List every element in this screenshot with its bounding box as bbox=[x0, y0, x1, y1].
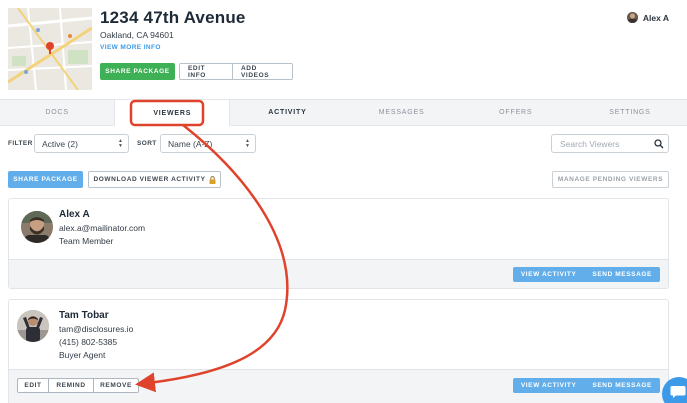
property-header: 1234 47th Avenue Oakland, CA 94601 VIEW … bbox=[0, 0, 687, 99]
sort-value: Name (A-Z) bbox=[168, 138, 213, 149]
chat-icon bbox=[670, 386, 686, 398]
viewer-role: Buyer Agent bbox=[59, 350, 106, 360]
view-activity-button[interactable]: VIEW ACTIVITY bbox=[513, 267, 585, 282]
viewer-avatar bbox=[17, 310, 49, 342]
user-avatar bbox=[626, 12, 638, 23]
manage-pending-viewers-button[interactable]: MANAGE PENDING VIEWERS bbox=[552, 171, 669, 188]
add-videos-button[interactable]: ADD VIDEOS bbox=[232, 64, 292, 79]
tab-activity[interactable]: ACTIVITY bbox=[230, 100, 344, 125]
view-more-info-link[interactable]: VIEW MORE INFO bbox=[100, 44, 161, 51]
remove-viewer-button[interactable]: REMOVE bbox=[93, 379, 138, 392]
property-tabs: DOCS VIEWERS ACTIVITY MESSAGES OFFERS SE… bbox=[0, 99, 687, 126]
remind-viewer-button[interactable]: REMIND bbox=[48, 379, 93, 392]
sort-label: SORT bbox=[137, 140, 157, 147]
search-icon[interactable] bbox=[654, 139, 664, 149]
user-menu[interactable]: Alex A bbox=[626, 12, 669, 23]
viewer-avatar bbox=[21, 211, 53, 243]
search-input[interactable] bbox=[560, 138, 650, 149]
filter-value: Active (2) bbox=[42, 138, 78, 149]
viewer-card: Alex A alex.a@mailinator.com Team Member… bbox=[8, 198, 669, 289]
send-message-button[interactable]: SEND MESSAGE bbox=[584, 378, 660, 393]
share-package-secondary-button[interactable]: SHARE PACKAGE bbox=[8, 171, 83, 188]
viewer-actions: VIEW ACTIVITY SEND MESSAGE bbox=[512, 267, 660, 282]
search-viewers-field[interactable] bbox=[551, 134, 669, 153]
viewer-phone: (415) 802-5385 bbox=[59, 337, 118, 347]
header-button-group: EDIT INFO ADD VIDEOS bbox=[179, 63, 293, 80]
lock-icon bbox=[209, 175, 216, 184]
map-image bbox=[8, 8, 92, 90]
property-map-thumbnail[interactable] bbox=[8, 8, 92, 90]
view-activity-button[interactable]: VIEW ACTIVITY bbox=[513, 378, 585, 393]
tab-settings[interactable]: SETTINGS bbox=[573, 100, 687, 125]
select-arrows-icon: ▲ ▼ bbox=[118, 138, 123, 149]
viewer-card: Tam Tobar tam@disclosures.io (415) 802-5… bbox=[8, 299, 669, 403]
viewer-name: Alex A bbox=[59, 209, 90, 220]
send-message-button[interactable]: SEND MESSAGE bbox=[584, 267, 660, 282]
download-activity-label: DOWNLOAD VIEWER ACTIVITY bbox=[93, 176, 206, 183]
filter-select[interactable]: Active (2) ▲ ▼ bbox=[34, 134, 129, 153]
viewer-manage-buttons: EDIT REMIND REMOVE bbox=[17, 378, 139, 393]
viewer-role: Team Member bbox=[59, 236, 114, 246]
tab-messages[interactable]: MESSAGES bbox=[345, 100, 459, 125]
property-city: Oakland, CA 94601 bbox=[100, 30, 174, 40]
viewer-name: Tam Tobar bbox=[59, 310, 109, 321]
viewer-actions: VIEW ACTIVITY SEND MESSAGE bbox=[512, 378, 660, 393]
viewer-email: alex.a@mailinator.com bbox=[59, 223, 146, 233]
select-arrows-icon: ▲ ▼ bbox=[245, 138, 250, 149]
edit-viewer-button[interactable]: EDIT bbox=[18, 379, 48, 392]
viewer-card-footer: VIEW ACTIVITY SEND MESSAGE bbox=[9, 259, 668, 288]
edit-info-button[interactable]: EDIT INFO bbox=[180, 64, 232, 79]
tab-docs[interactable]: DOCS bbox=[0, 100, 114, 125]
property-title: 1234 47th Avenue bbox=[100, 8, 246, 27]
viewer-card-footer: EDIT REMIND REMOVE VIEW ACTIVITY SEND ME… bbox=[9, 369, 668, 403]
user-name: Alex A bbox=[642, 12, 669, 23]
tab-offers[interactable]: OFFERS bbox=[459, 100, 573, 125]
download-viewer-activity-button[interactable]: DOWNLOAD VIEWER ACTIVITY bbox=[88, 171, 221, 188]
filter-label: FILTER bbox=[8, 140, 33, 147]
tab-viewers[interactable]: VIEWERS bbox=[114, 100, 231, 126]
share-package-button[interactable]: SHARE PACKAGE bbox=[100, 63, 175, 80]
sort-select[interactable]: Name (A-Z) ▲ ▼ bbox=[160, 134, 256, 153]
viewer-email: tam@disclosures.io bbox=[59, 324, 134, 334]
